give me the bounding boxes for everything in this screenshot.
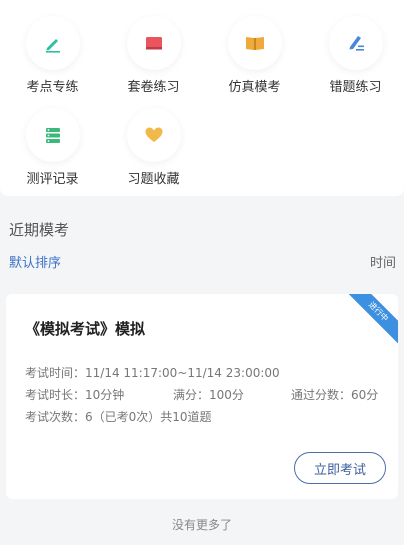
- count-label: 考试次数：: [25, 410, 86, 424]
- menu-item-wrong-questions[interactable]: 错题练习: [305, 2, 404, 95]
- menu-item-mock-exam[interactable]: 仿真模考: [204, 2, 305, 95]
- menu-icon-circle: [126, 108, 181, 162]
- menu-label: 习题收藏: [127, 172, 180, 187]
- section-title: 近期模考: [9, 221, 70, 239]
- open-book-icon: [245, 37, 264, 50]
- menu-icon-circle: [25, 108, 80, 162]
- exam-time-label: 考试时间：: [25, 366, 86, 380]
- exam-title: 《模拟考试》模拟: [25, 320, 146, 338]
- menu-icon-circle: [25, 16, 80, 70]
- full-score-label: 满分：: [173, 388, 210, 402]
- sort-default-link[interactable]: 默认排序: [9, 252, 61, 271]
- practice-menu: 考点专练 套卷练习 仿真模考 错题练习 测评记录 习题收藏: [0, 0, 404, 196]
- list-icon: [45, 128, 60, 143]
- pass-score-value: 60分: [351, 388, 379, 402]
- menu-item-assessment-records[interactable]: 测评记录: [2, 94, 103, 187]
- pass-score: 通过分数：60分: [291, 386, 378, 403]
- exam-time-value: 11/14 11:17:00~11/14 23:00:00: [85, 366, 280, 380]
- full-score: 满分：100分: [173, 386, 244, 403]
- start-exam-button[interactable]: 立即考试: [294, 452, 386, 484]
- menu-label: 测评记录: [26, 172, 79, 187]
- heart-icon: [145, 127, 162, 142]
- menu-label: 考点专练: [26, 80, 79, 95]
- no-more-text: 没有更多了: [171, 518, 232, 532]
- menu-item-paper-practice[interactable]: 套卷练习: [103, 2, 204, 95]
- duration-value: 10分钟: [85, 388, 125, 402]
- menu-icon-circle: [328, 16, 383, 70]
- menu-item-topic-practice[interactable]: 考点专练: [2, 2, 103, 95]
- edit-icon: [349, 36, 364, 51]
- status-badge: 进行中: [342, 294, 398, 348]
- menu-label: 仿真模考: [228, 80, 281, 95]
- menu-icon-circle: [126, 16, 181, 70]
- menu-item-favorites[interactable]: 习题收藏: [103, 94, 204, 187]
- count-value: 6（已考0次）共10道题: [85, 410, 212, 424]
- menu-label: 套卷练习: [127, 80, 180, 95]
- menu-label: 错题练习: [329, 80, 382, 95]
- duration-label: 考试时长：: [25, 388, 86, 402]
- book-icon: [145, 37, 162, 50]
- pass-score-label: 通过分数：: [291, 388, 352, 402]
- sort-time-link[interactable]: 时间: [370, 252, 396, 271]
- full-score-value: 100分: [209, 388, 244, 402]
- exam-meta-line: 考试时长：10分钟 满分：100分 通过分数：60分: [25, 386, 385, 403]
- exam-time-line: 考试时间：11/14 11:17:00~11/14 23:00:00: [25, 364, 280, 381]
- pencil-icon: [45, 39, 60, 53]
- menu-icon-circle: [227, 16, 282, 70]
- exam-count-line: 考试次数：6（已考0次）共10道题: [25, 408, 212, 425]
- exam-card[interactable]: 进行中 《模拟考试》模拟 考试时间：11/14 11:17:00~11/14 2…: [6, 294, 398, 499]
